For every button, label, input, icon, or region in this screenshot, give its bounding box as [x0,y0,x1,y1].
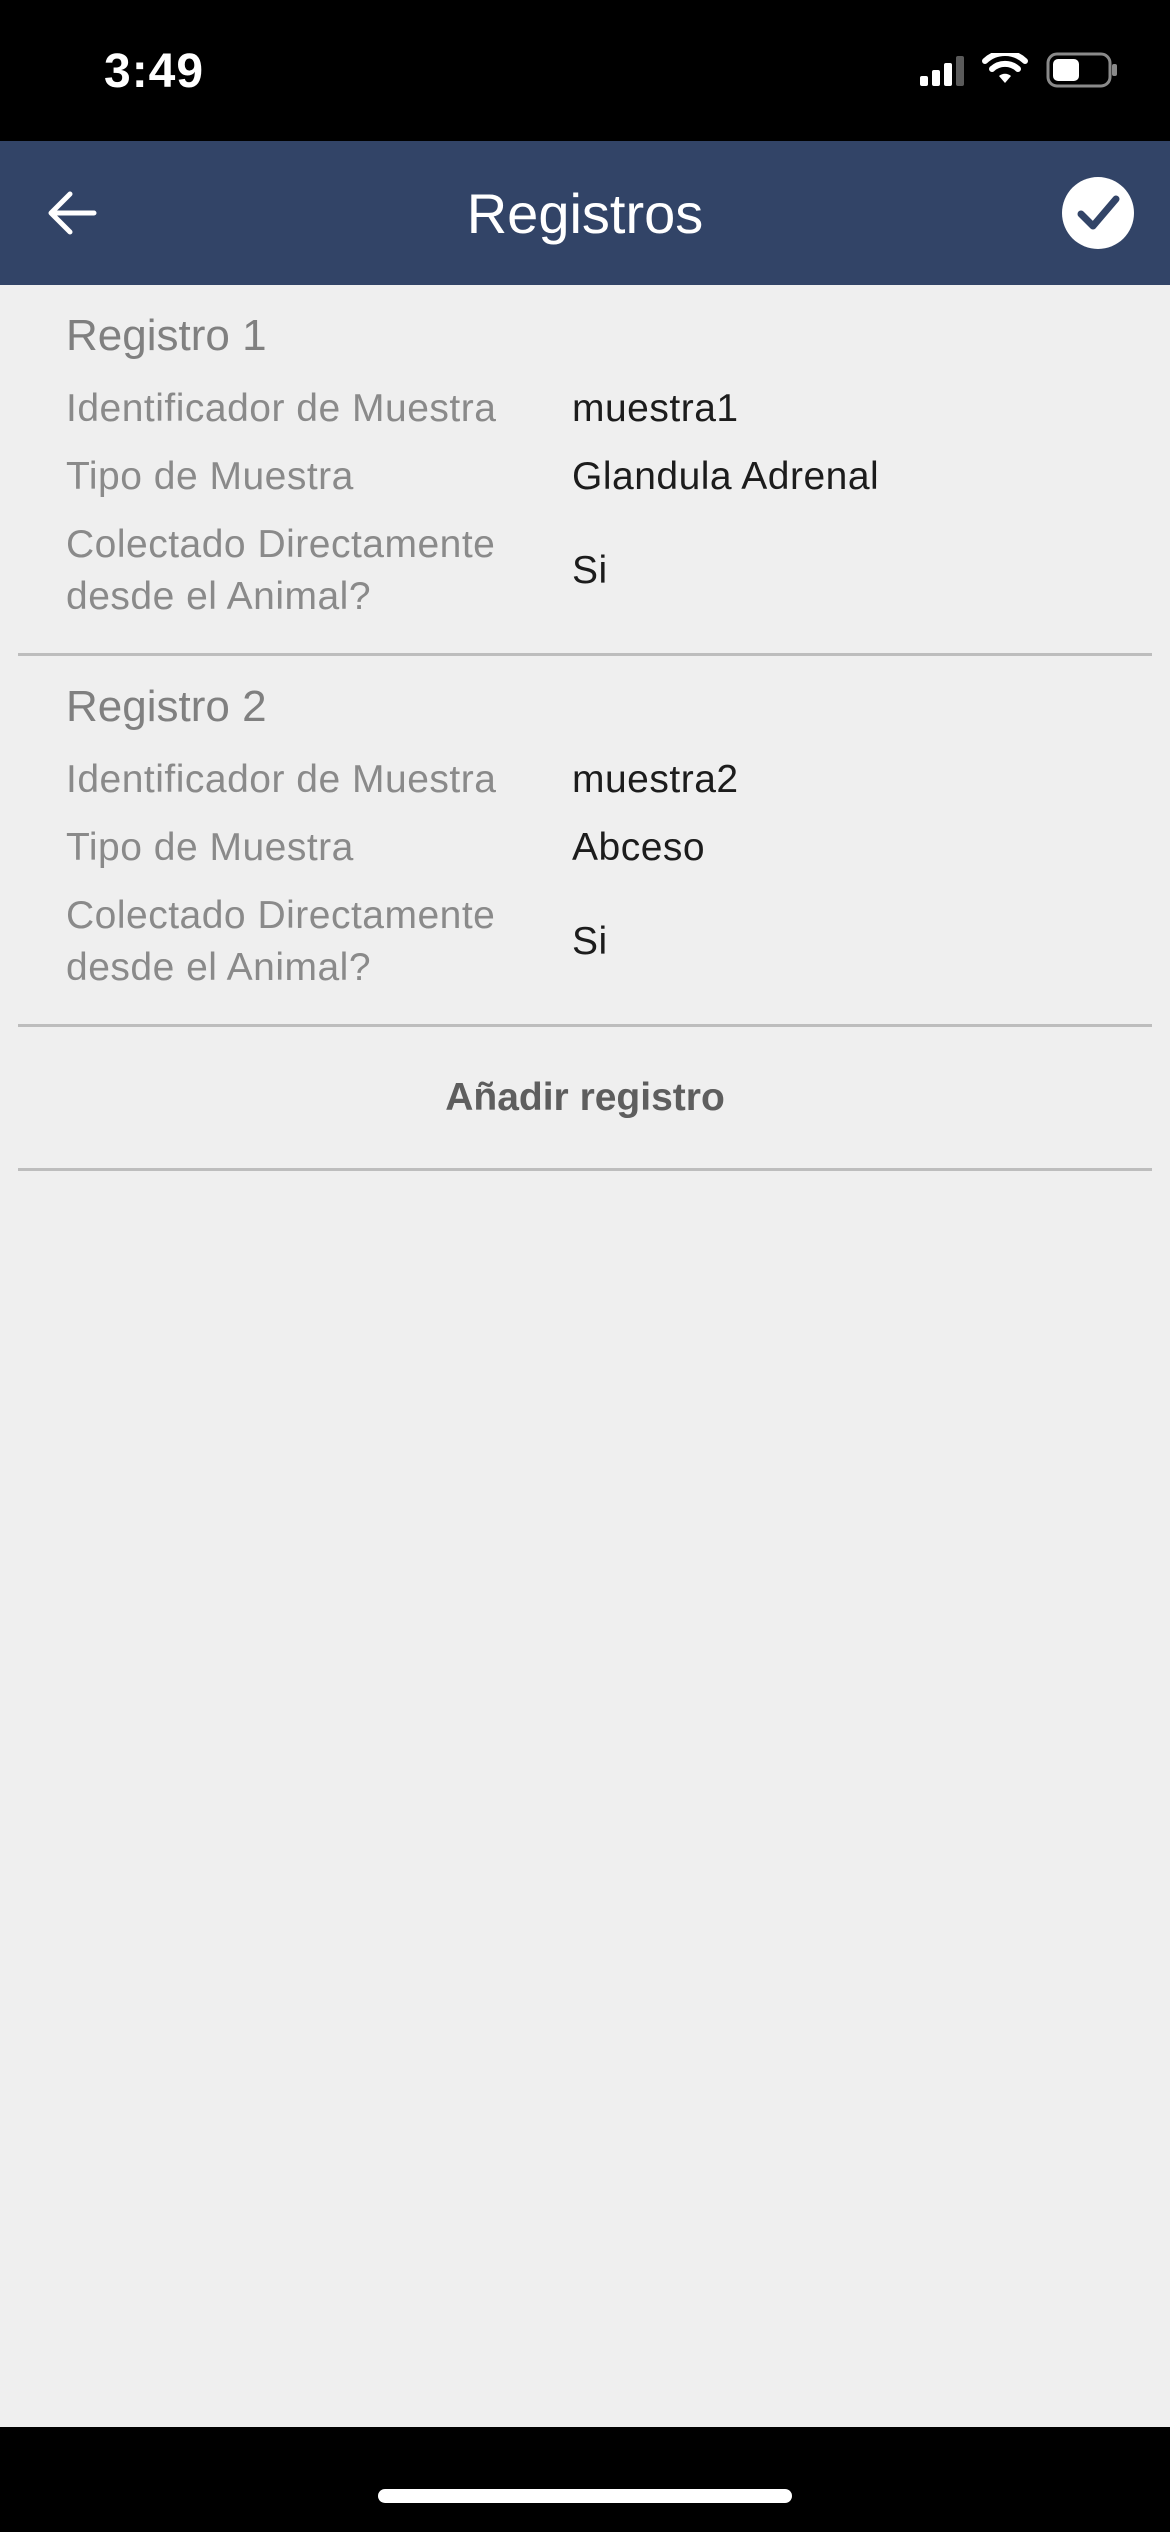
field-row: Colectado Directamente desde el Animal? … [66,511,1152,631]
page-title: Registros [466,181,704,245]
home-indicator[interactable] [378,2489,792,2503]
field-label: Tipo de Muestra [66,455,354,498]
field-row: Identificador de Muestra muestra1 [66,375,1152,443]
field-row: Tipo de Muestra Glandula Adrenal [66,443,1152,511]
field-label: Identificador de Muestra [66,387,497,430]
back-button[interactable] [36,177,108,249]
field-label: Tipo de Muestra [66,826,354,869]
add-record-button[interactable]: Añadir registro [18,1027,1152,1171]
field-row: Tipo de Muestra Abceso [66,814,1152,882]
records-list: Registro 1 Identificador de Muestra mues… [0,285,1170,2427]
cellular-signal-icon [920,56,964,86]
field-value: Si [572,549,608,592]
record-title: Registro 2 [66,682,267,731]
arrow-left-icon [48,191,97,235]
field-row: Colectado Directamente desde el Animal? … [66,882,1152,1002]
battery-icon [1046,52,1117,88]
record-item[interactable]: Registro 1 Identificador de Muestra mues… [18,285,1152,656]
status-time: 3:49 [104,45,205,98]
checkmark-icon [1077,195,1120,230]
field-label: Colectado Directamente desde el Animal? [66,523,496,618]
nav-bar: Registros [0,141,1170,285]
field-value: Abceso [572,826,706,869]
record-item[interactable]: Registro 2 Identificador de Muestra mues… [18,656,1152,1027]
field-row: Identificador de Muestra muestra2 [66,746,1152,814]
record-title: Registro 1 [66,311,267,360]
home-indicator-area [0,2427,1170,2532]
field-value: muestra1 [572,387,739,430]
field-value: muestra2 [572,758,739,801]
app-screen: 3:49 Registros Registro 1 Identificador … [0,0,1170,2532]
field-label: Colectado Directamente desde el Animal? [66,894,496,989]
field-value: Si [572,920,608,963]
field-label: Identificador de Muestra [66,758,497,801]
wifi-icon [982,53,1028,83]
confirm-button[interactable] [1062,177,1134,249]
status-bar: 3:49 [0,0,1170,141]
status-icons [920,52,1118,88]
field-value: Glandula Adrenal [572,455,880,498]
